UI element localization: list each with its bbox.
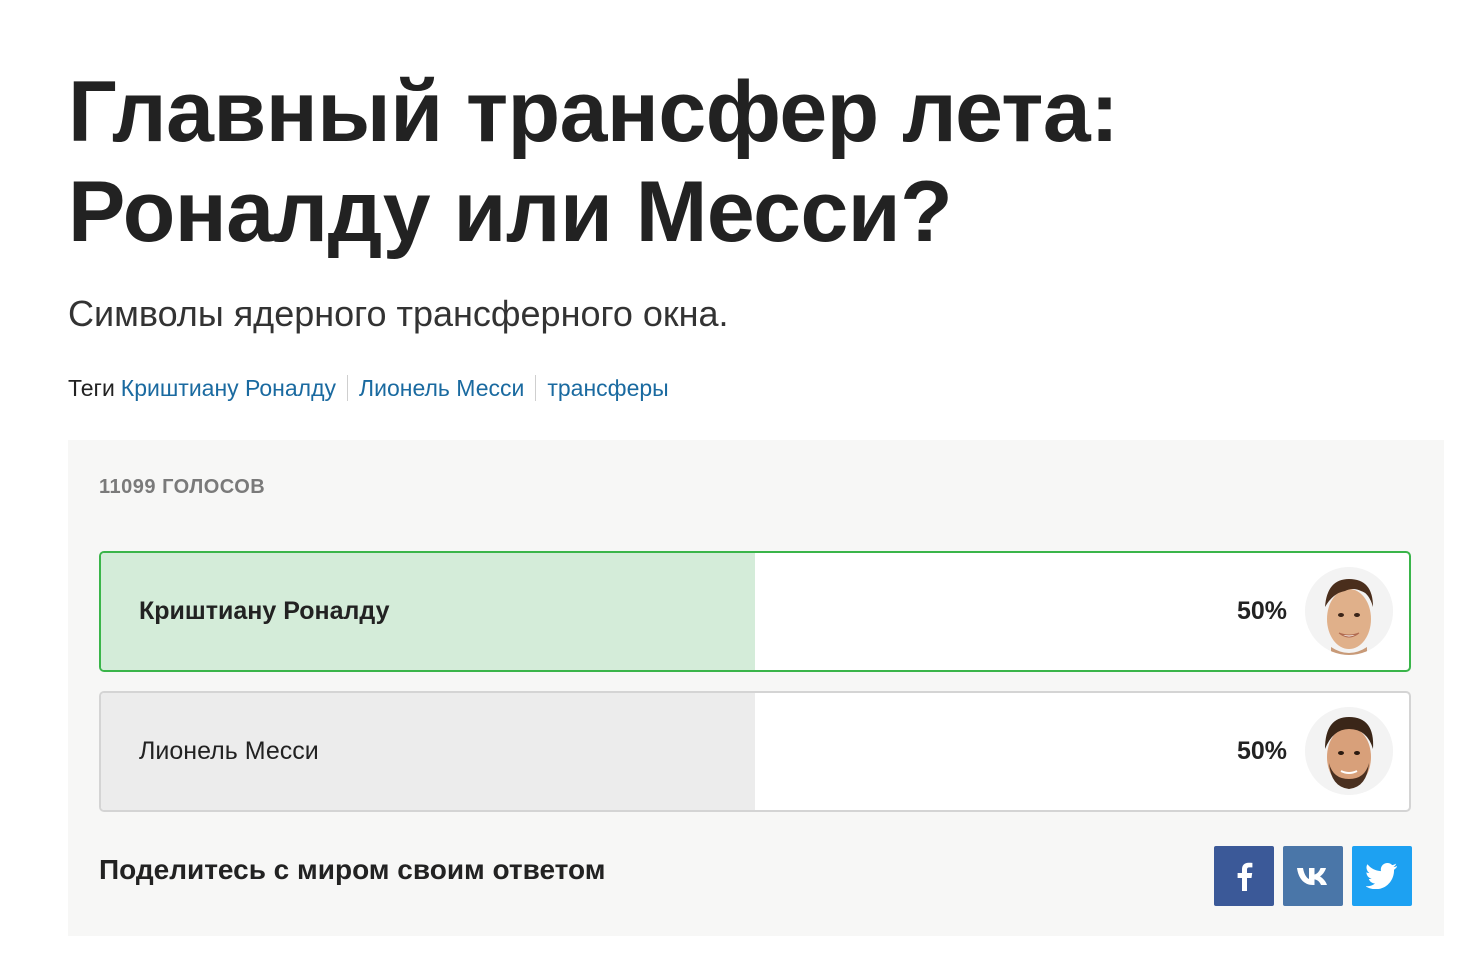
twitter-icon [1366, 863, 1397, 889]
messi-portrait-icon [1305, 707, 1393, 795]
headline-line-1: Главный трансфер лета: [68, 64, 1119, 160]
article-headline: Главный трансфер лета: Роналду или Месси… [68, 62, 1268, 262]
article-page: Главный трансфер лета: Роналду или Месси… [0, 0, 1460, 968]
tag-link-transfers[interactable]: трансферы [547, 372, 668, 404]
tag-divider [347, 375, 349, 401]
vk-share-button[interactable] [1283, 846, 1343, 906]
poll-option-label: Криштиану Роналду [139, 597, 390, 625]
vk-icon [1297, 868, 1327, 885]
poll-option-messi[interactable]: Лионель Месси 50% [99, 691, 1411, 812]
share-prompt: Поделитесь с миром своим ответом [99, 854, 606, 885]
tag-link-ronaldo[interactable]: Криштиану Роналду [121, 372, 336, 404]
ronaldo-portrait-icon [1305, 567, 1393, 655]
tag-divider [535, 375, 537, 401]
poll-option-ronaldo[interactable]: Криштиану Роналду 50% [99, 551, 1411, 672]
tags-row: Теги Криштиану Роналду Лионель Месси тра… [68, 372, 669, 404]
poll-widget: 11099 ГОЛОСОВ Криштиану Роналду 50% Лион… [68, 440, 1444, 936]
article-subtitle: Символы ядерного трансферного окна. [68, 293, 729, 334]
facebook-share-button[interactable] [1214, 846, 1274, 906]
tags-label: Теги [68, 375, 115, 401]
votes-count: 11099 ГОЛОСОВ [99, 476, 266, 498]
poll-option-percent: 50% [1236, 737, 1287, 765]
poll-option-percent: 50% [1236, 597, 1287, 625]
poll-option-label: Лионель Месси [139, 737, 319, 765]
facebook-icon [1237, 862, 1253, 891]
tag-link-messi[interactable]: Лионель Месси [359, 372, 524, 404]
twitter-share-button[interactable] [1352, 846, 1412, 906]
headline-line-2: Роналду или Месси? [68, 164, 953, 260]
